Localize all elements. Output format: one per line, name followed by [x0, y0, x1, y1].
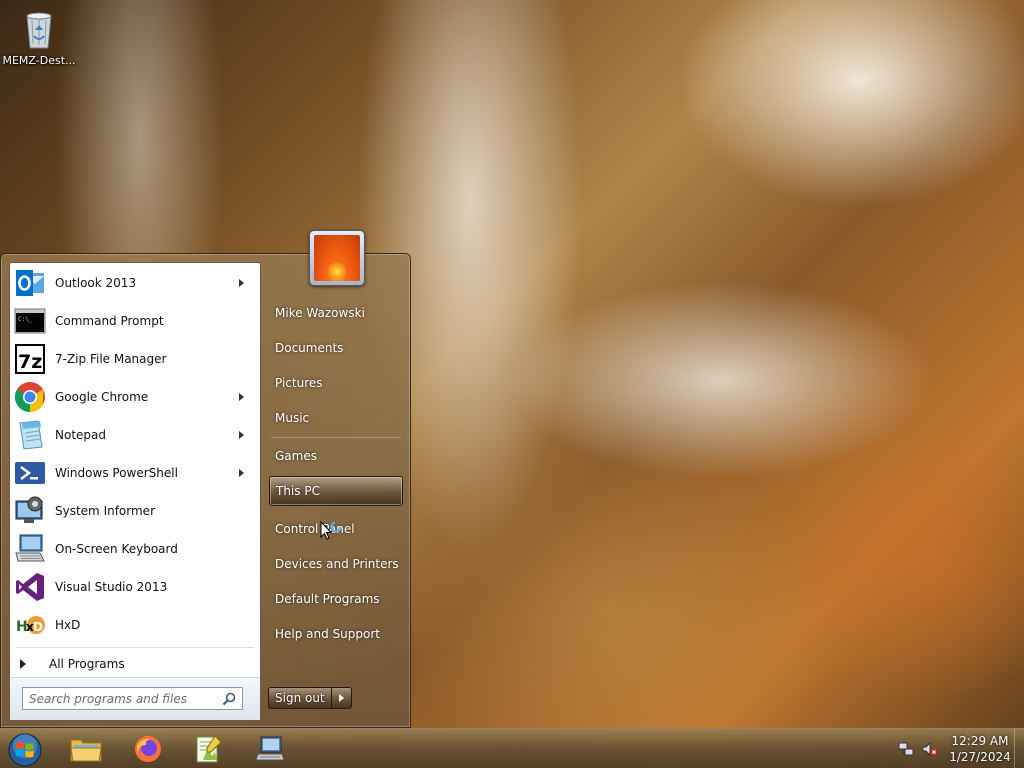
shutdown-options-arrow-icon[interactable] [331, 687, 352, 709]
program-label: System Informer [55, 504, 156, 518]
notepad-plus-plus-icon [196, 735, 222, 763]
program-label: Windows PowerShell [55, 466, 178, 480]
start-search-area [10, 677, 260, 720]
all-programs-arrow-icon [20, 659, 26, 669]
start-menu: Outlook 2013 C:\_ Command Prompt 7z 7-Zi… [0, 230, 411, 728]
notepad-icon [19, 420, 43, 450]
taskbar-notepad-plus-plus[interactable] [184, 732, 232, 766]
clock-date: 1/27/2024 [949, 750, 1011, 764]
programs-separator [16, 647, 254, 648]
submenu-arrow-icon[interactable] [239, 469, 244, 477]
show-desktop-button[interactable] [1014, 729, 1024, 768]
start-item-documents[interactable]: Documents [269, 333, 403, 363]
visual-studio-icon [16, 573, 44, 601]
7zip-icon: 7z [15, 344, 45, 374]
command-prompt-icon: C:\_ [14, 308, 46, 334]
search-icon[interactable] [222, 692, 236, 706]
start-item-help-and-support[interactable]: Help and Support [269, 619, 403, 649]
hxd-icon: H x D [16, 616, 45, 635]
search-input[interactable] [29, 688, 219, 709]
all-programs-button[interactable]: All Programs [10, 651, 260, 677]
program-windows-powershell[interactable]: Windows PowerShell [12, 455, 258, 491]
svg-text:C:\_: C:\_ [18, 316, 33, 323]
program-on-screen-keyboard[interactable]: On-Screen Keyboard [12, 531, 258, 567]
taskbar-firefox[interactable] [124, 732, 172, 766]
program-label: Notepad [55, 428, 106, 442]
start-item-music[interactable]: Music [269, 403, 403, 433]
start-item-devices-and-printers[interactable]: Devices and Printers [269, 549, 403, 579]
start-item-pictures[interactable]: Pictures [269, 368, 403, 398]
desktop-icon-recycle-bin[interactable]: MEMZ-Dest... [2, 6, 76, 67]
svg-text:D: D [33, 620, 43, 634]
program-label: Command Prompt [55, 314, 164, 328]
all-programs-label: All Programs [49, 657, 125, 671]
windows-orb-icon[interactable] [6, 731, 44, 768]
start-item-default-programs[interactable]: Default Programs [269, 584, 403, 614]
submenu-arrow-icon[interactable] [239, 431, 244, 439]
taskbar-network-computer[interactable] [246, 732, 294, 766]
network-icon[interactable] [898, 741, 914, 757]
start-search-box[interactable] [22, 687, 243, 710]
powershell-icon [15, 462, 45, 484]
program-label: Google Chrome [55, 390, 149, 404]
taskbar-file-explorer[interactable] [62, 732, 110, 766]
sign-out-button[interactable]: Sign out [268, 687, 332, 709]
start-menu-programs-pane: Outlook 2013 C:\_ Command Prompt 7z 7-Zi… [9, 262, 261, 721]
user-picture[interactable] [309, 230, 365, 286]
submenu-arrow-icon[interactable] [239, 279, 244, 287]
busy-cursor-icon [320, 521, 342, 540]
start-item-user-folder[interactable]: Mike Wazowski [269, 298, 403, 328]
keyboard-icon [15, 534, 45, 562]
svg-text:7z: 7z [18, 351, 42, 373]
outlook-icon [16, 270, 44, 296]
firefox-icon [135, 736, 161, 762]
program-google-chrome[interactable]: Google Chrome [12, 379, 258, 415]
program-command-prompt[interactable]: C:\_ Command Prompt [12, 303, 258, 339]
volume-muted-icon[interactable] [922, 741, 938, 757]
program-visual-studio-2013[interactable]: Visual Studio 2013 [12, 569, 258, 605]
program-system-informer[interactable]: System Informer [12, 493, 258, 529]
program-notepad[interactable]: Notepad [12, 417, 258, 453]
taskbar-clock[interactable]: 12:29 AM 1/27/2024 [946, 733, 1014, 765]
program-label: On-Screen Keyboard [55, 542, 178, 556]
program-hxd[interactable]: H x D HxD [12, 607, 258, 643]
clock-time: 12:29 AM [951, 734, 1009, 748]
network-computer-icon [255, 736, 285, 761]
start-item-this-pc[interactable]: This PC [269, 476, 403, 506]
sign-out-control: Sign out [268, 687, 352, 709]
program-label: Outlook 2013 [55, 276, 137, 290]
taskbar: 12:29 AM 1/27/2024 [0, 728, 1024, 768]
submenu-arrow-icon[interactable] [239, 393, 244, 401]
right-separator [271, 437, 401, 438]
program-label: Visual Studio 2013 [55, 580, 168, 594]
file-explorer-icon [70, 739, 102, 762]
program-outlook-2013[interactable]: Outlook 2013 [12, 265, 258, 301]
desktop-icon-label: MEMZ-Dest... [2, 54, 76, 67]
chrome-icon [14, 382, 45, 412]
program-label: HxD [55, 618, 81, 632]
system-informer-icon [15, 496, 43, 523]
recycle-bin-icon [26, 12, 52, 49]
program-label: 7-Zip File Manager [55, 352, 167, 366]
start-item-games[interactable]: Games [269, 441, 403, 471]
user-avatar-flower-icon [314, 235, 360, 281]
program-7zip[interactable]: 7z 7-Zip File Manager [12, 341, 258, 377]
